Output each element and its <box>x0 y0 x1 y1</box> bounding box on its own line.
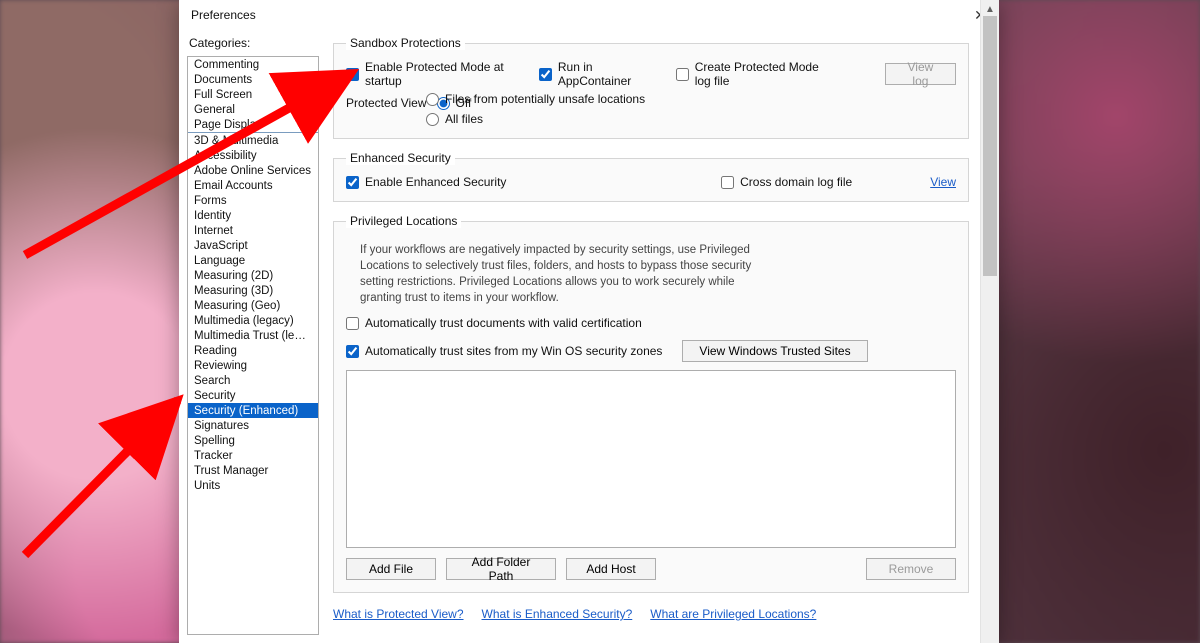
priv-legend: Privileged Locations <box>346 214 461 228</box>
category-item[interactable]: Spelling <box>188 433 318 448</box>
categories-listbox[interactable]: CommentingDocumentsFull ScreenGeneralPag… <box>187 56 319 635</box>
window-title: Preferences <box>187 8 256 22</box>
protected-view-label: Protected View <box>346 96 427 110</box>
category-item[interactable]: JavaScript <box>188 238 318 253</box>
add-host-button[interactable]: Add Host <box>566 558 656 580</box>
enable-enhanced-security-checkbox[interactable]: Enable Enhanced Security <box>346 175 506 189</box>
category-item[interactable]: Internet <box>188 223 318 238</box>
protected-view-all-radio[interactable]: All files <box>426 112 956 126</box>
auto-trust-os-checkbox[interactable]: Automatically trust sites from my Win OS… <box>346 344 662 358</box>
category-item[interactable]: Reading <box>188 343 318 358</box>
content-scrollbar[interactable]: ▲ <box>980 0 999 643</box>
view-log-button[interactable]: View log <box>885 63 956 85</box>
priv-help-text: If your workflows are negatively impacte… <box>360 242 760 306</box>
remove-button[interactable]: Remove <box>866 558 956 580</box>
sandbox-protections-group: Sandbox Protections Enable Protected Mod… <box>333 36 969 139</box>
category-item[interactable]: 3D & Multimedia <box>188 133 318 148</box>
auto-trust-cert-checkbox[interactable]: Automatically trust documents with valid… <box>346 316 956 330</box>
link-protected-view[interactable]: What is Protected View? <box>333 607 464 621</box>
titlebar: Preferences ✕ <box>179 0 999 30</box>
category-item[interactable]: Identity <box>188 208 318 223</box>
category-item[interactable]: Reviewing <box>188 358 318 373</box>
category-item[interactable]: Units <box>188 478 318 493</box>
cross-domain-log-checkbox[interactable]: Cross domain log file <box>721 175 852 189</box>
category-item[interactable]: Multimedia (legacy) <box>188 313 318 328</box>
enhanced-legend: Enhanced Security <box>346 151 455 165</box>
category-item[interactable]: Page Display <box>188 117 318 132</box>
preferences-dialog: Preferences ✕ Categories: CommentingDocu… <box>179 0 999 643</box>
run-appcontainer-checkbox[interactable]: Run in AppContainer <box>539 60 646 88</box>
category-item[interactable]: Measuring (2D) <box>188 268 318 283</box>
category-item[interactable]: Trust Manager <box>188 463 318 478</box>
help-links-row: What is Protected View? What is Enhanced… <box>333 607 991 621</box>
view-trusted-sites-button[interactable]: View Windows Trusted Sites <box>682 340 867 362</box>
category-item[interactable]: Signatures <box>188 418 318 433</box>
category-item[interactable]: Search <box>188 373 318 388</box>
category-item[interactable]: Documents <box>188 72 318 87</box>
category-item[interactable]: Multimedia Trust (legacy) <box>188 328 318 343</box>
enhanced-security-group: Enhanced Security Enable Enhanced Securi… <box>333 151 969 202</box>
enable-protected-mode-checkbox[interactable]: Enable Protected Mode at startup <box>346 60 509 88</box>
dialog-body: Categories: CommentingDocumentsFull Scre… <box>179 30 999 643</box>
category-item[interactable]: Measuring (3D) <box>188 283 318 298</box>
privileged-locations-listbox[interactable] <box>346 370 956 548</box>
category-item[interactable]: Measuring (Geo) <box>188 298 318 313</box>
scroll-up-icon[interactable]: ▲ <box>983 2 997 16</box>
add-file-button[interactable]: Add File <box>346 558 436 580</box>
scroll-thumb[interactable] <box>983 16 997 276</box>
link-privileged-locations[interactable]: What are Privileged Locations? <box>650 607 816 621</box>
content-panel: Sandbox Protections Enable Protected Mod… <box>333 36 991 635</box>
category-item[interactable]: Security (Enhanced) <box>188 403 318 418</box>
category-item[interactable]: Tracker <box>188 448 318 463</box>
category-item[interactable]: Language <box>188 253 318 268</box>
privileged-locations-group: Privileged Locations If your workflows a… <box>333 214 969 593</box>
categories-column: Categories: CommentingDocumentsFull Scre… <box>187 36 319 635</box>
category-item[interactable]: Accessibility <box>188 148 318 163</box>
categories-header: Categories: <box>187 36 319 56</box>
category-item[interactable]: Full Screen <box>188 87 318 102</box>
category-item[interactable]: Forms <box>188 193 318 208</box>
add-folder-path-button[interactable]: Add Folder Path <box>446 558 556 580</box>
link-enhanced-security[interactable]: What is Enhanced Security? <box>482 607 633 621</box>
protected-view-unsafe-radio[interactable]: Files from potentially unsafe locations <box>426 92 956 106</box>
category-item[interactable]: Adobe Online Services <box>188 163 318 178</box>
sandbox-legend: Sandbox Protections <box>346 36 465 50</box>
category-item[interactable]: Commenting <box>188 57 318 72</box>
category-item[interactable]: General <box>188 102 318 117</box>
category-item[interactable]: Security <box>188 388 318 403</box>
view-link[interactable]: View <box>930 175 956 189</box>
category-item[interactable]: Email Accounts <box>188 178 318 193</box>
create-log-checkbox[interactable]: Create Protected Mode log file <box>676 60 825 88</box>
